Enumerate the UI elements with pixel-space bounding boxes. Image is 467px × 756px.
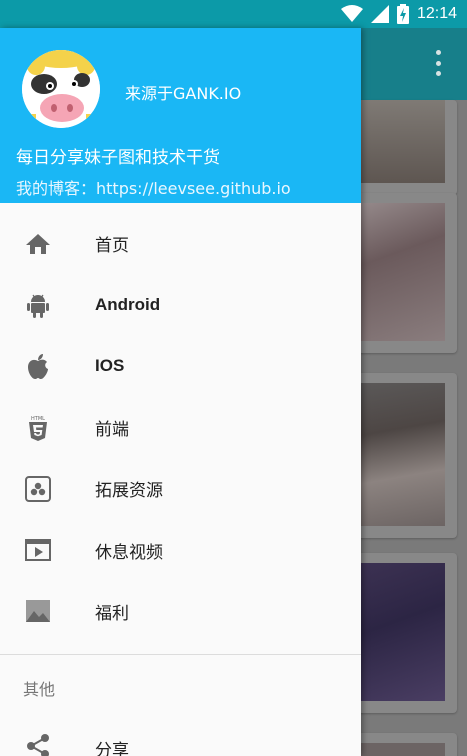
header-source: 来源于GANK.IO — [125, 84, 242, 103]
divider — [0, 654, 361, 655]
home-icon — [24, 230, 52, 258]
drawer-menu: 首页 Android IOS HTML 前端 拓展资源 休息视频 福利 — [0, 213, 361, 642]
menu-label: 拓展资源 — [95, 481, 163, 501]
menu-item-share[interactable]: 分享 — [0, 722, 361, 756]
menu-item-android[interactable]: Android — [0, 274, 361, 335]
apple-icon — [24, 352, 52, 380]
menu-label: 首页 — [95, 236, 129, 256]
section-label-other: 其他 — [23, 680, 56, 699]
menu-label: 休息视频 — [95, 542, 163, 562]
status-bar: 12:14 — [0, 0, 467, 28]
menu-item-frontend[interactable]: HTML 前端 — [0, 397, 361, 458]
menu-label: 前端 — [95, 420, 129, 440]
android-icon — [24, 291, 52, 319]
cell-signal-icon — [370, 5, 389, 23]
overflow-menu-icon[interactable] — [435, 50, 441, 76]
avatar[interactable] — [22, 50, 100, 128]
status-time: 12:14 — [416, 5, 457, 22]
header-tagline: 每日分享妹子图和技术干货 — [16, 148, 220, 168]
image-icon — [24, 597, 52, 625]
menu-label: 福利 — [95, 603, 129, 623]
menu-label: 分享 — [95, 741, 129, 756]
svg-text:HTML: HTML — [31, 416, 45, 422]
video-icon — [24, 536, 52, 564]
menu-item-welfare[interactable]: 福利 — [0, 581, 361, 642]
share-icon — [24, 732, 52, 756]
cow-avatar-icon — [22, 50, 100, 128]
resources-icon — [24, 475, 52, 503]
header-blog-link[interactable]: 我的博客：https://leevsee.github.io — [16, 175, 291, 199]
html5-icon: HTML — [24, 414, 52, 442]
wifi-icon — [340, 5, 363, 22]
menu-item-resources[interactable]: 拓展资源 — [0, 458, 361, 519]
menu-item-ios[interactable]: IOS — [0, 336, 361, 397]
drawer-header: 来源于GANK.IO 每日分享妹子图和技术干货 我的博客：https://lee… — [0, 28, 361, 203]
navigation-drawer: 来源于GANK.IO 每日分享妹子图和技术干货 我的博客：https://lee… — [0, 28, 361, 756]
menu-item-video[interactable]: 休息视频 — [0, 519, 361, 580]
battery-charging-icon — [396, 4, 409, 24]
menu-item-home[interactable]: 首页 — [0, 213, 361, 274]
menu-label: IOS — [95, 356, 125, 376]
menu-label: Android — [95, 294, 161, 314]
